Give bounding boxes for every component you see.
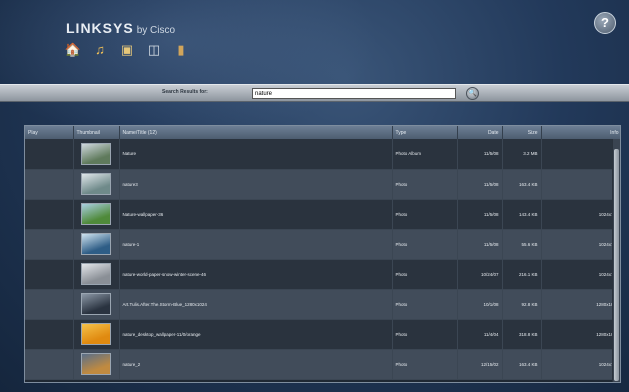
play-cell[interactable]	[25, 169, 74, 200]
thumbnail-image[interactable]	[81, 263, 111, 285]
video-icon[interactable]: ◫	[146, 42, 162, 58]
table-row[interactable]: Nature Photo Album 11/5/08 3.2 MB	[25, 139, 620, 170]
column-header-name[interactable]: Name/Title (12)	[119, 126, 393, 139]
size-cell: 92.8 KB	[502, 289, 542, 320]
thumbnail-image[interactable]	[81, 293, 111, 315]
date-cell: 10/1/08	[457, 289, 503, 320]
play-cell[interactable]	[25, 199, 74, 230]
info-cell: 1024x768	[541, 259, 620, 290]
home-icon[interactable]: 🏠	[65, 42, 81, 58]
info-cell: 1024x768	[541, 199, 620, 230]
table-row[interactable]: nature_2 Photo 12/15/02 163.4 KB 1024x768	[25, 349, 620, 380]
type-cell: Photo	[392, 289, 458, 320]
table-header-row: Play Thumbnail Name/Title (12) Type Date…	[25, 126, 620, 139]
search-bar: Search Results for: 🔍	[0, 84, 629, 102]
type-cell: Photo	[392, 169, 458, 200]
thumbnail-cell	[73, 169, 120, 200]
info-cell: 1024x768	[541, 349, 620, 380]
media-nav: 🏠 ♫ ▣ ◫ ▮	[65, 42, 189, 58]
table-row[interactable]: nature-1 Photo 11/5/08 55.6 KB 1024x768	[25, 229, 620, 260]
name-cell: nature-world-paper-snow-winter-scene-46	[119, 259, 393, 290]
size-cell: 55.6 KB	[502, 229, 542, 260]
type-cell: Photo	[392, 199, 458, 230]
device-icon[interactable]: ▮	[173, 42, 189, 58]
date-cell: 11/4/04	[457, 319, 503, 350]
type-cell: Photo	[392, 229, 458, 260]
thumbnail-cell	[73, 229, 120, 260]
column-header-play[interactable]: Play	[25, 126, 74, 139]
column-header-size[interactable]: Size	[502, 126, 542, 139]
linksys-logo: LINKSYS by Cisco	[66, 20, 175, 36]
play-cell[interactable]	[25, 229, 74, 260]
type-cell: Photo Album	[392, 139, 458, 170]
size-cell: 163.4 KB	[502, 349, 542, 380]
date-cell: 10/24/07	[457, 259, 503, 290]
column-header-thumbnail[interactable]: Thumbnail	[73, 126, 120, 139]
name-cell: nature3	[119, 169, 393, 200]
info-cell	[541, 169, 620, 200]
thumbnail-cell	[73, 259, 120, 290]
table-row[interactable]: Nature-wallpaper-36 Photo 11/5/08 143.4 KB 1…	[25, 199, 620, 230]
brand-suffix: by Cisco	[136, 25, 176, 36]
table-row[interactable]: nature3 Photo 11/5/08 163.4 KB	[25, 169, 620, 200]
size-cell: 3.2 MB	[502, 139, 542, 170]
date-cell: 11/5/08	[457, 169, 503, 200]
play-cell[interactable]	[25, 289, 74, 320]
info-cell	[541, 139, 620, 170]
thumbnail-image[interactable]	[81, 142, 111, 165]
play-cell[interactable]	[25, 139, 74, 170]
name-cell: Nature	[119, 139, 393, 170]
thumbnail-image[interactable]	[81, 323, 111, 345]
info-cell: 1280x1024	[541, 289, 620, 320]
size-cell: 216.1 KB	[502, 259, 542, 290]
column-header-type[interactable]: Type	[392, 126, 458, 139]
thumbnail-image[interactable]	[81, 173, 111, 195]
photo-icon[interactable]: ▣	[119, 42, 135, 58]
info-cell: 1280x1024	[541, 319, 620, 350]
name-cell: Nature-wallpaper-36	[119, 199, 393, 230]
name-cell: nature-1	[119, 229, 393, 260]
date-cell: 11/5/08	[457, 139, 503, 170]
play-cell[interactable]	[25, 349, 74, 380]
name-cell: nature_desktop_wallpaper-11/0/orange	[119, 319, 393, 350]
play-cell[interactable]	[25, 319, 74, 350]
thumbnail-image[interactable]	[81, 353, 111, 375]
thumbnail-cell	[73, 139, 120, 170]
scrollbar-thumb[interactable]	[614, 149, 619, 381]
brand-name: LINKSYS	[66, 20, 134, 36]
type-cell: Photo	[392, 259, 458, 290]
thumbnail-cell	[73, 289, 120, 320]
name-cell: Art.Tulis.After.The.Storm-Blue_1280x1024	[119, 289, 393, 320]
music-icon[interactable]: ♫	[92, 42, 108, 58]
date-cell: 11/5/08	[457, 199, 503, 230]
search-icon: 🔍	[468, 90, 477, 97]
thumbnail-cell	[73, 199, 120, 230]
search-label: Search Results for:	[162, 89, 208, 95]
column-header-date[interactable]: Date	[457, 126, 503, 139]
thumbnail-image[interactable]	[81, 233, 111, 255]
size-cell: 163.4 KB	[502, 169, 542, 200]
help-button[interactable]: ?	[594, 12, 616, 34]
type-cell: Photo	[392, 349, 458, 380]
search-input[interactable]	[252, 88, 456, 99]
date-cell: 11/5/08	[457, 229, 503, 260]
table-row[interactable]: nature_desktop_wallpaper-11/0/orange Phot…	[25, 319, 620, 350]
thumbnail-cell	[73, 349, 120, 380]
table-row[interactable]: nature-world-paper-snow-winter-scene-46 P…	[25, 259, 620, 290]
size-cell: 143.4 KB	[502, 199, 542, 230]
info-cell: 1024x768	[541, 229, 620, 260]
vertical-scrollbar[interactable]	[612, 139, 620, 382]
name-cell: nature_2	[119, 349, 393, 380]
thumbnail-cell	[73, 319, 120, 350]
results-table: Play Thumbnail Name/Title (12) Type Date…	[24, 125, 621, 383]
app-window: LINKSYS by Cisco 🏠 ♫ ▣ ◫ ▮ ? Search Results f…	[0, 0, 629, 392]
thumbnail-image[interactable]	[81, 203, 111, 225]
table-row[interactable]: Art.Tulis.After.The.Storm-Blue_1280x1024…	[25, 289, 620, 320]
type-cell: Photo	[392, 319, 458, 350]
date-cell: 12/15/02	[457, 349, 503, 380]
column-header-info[interactable]: Info	[541, 126, 620, 139]
size-cell: 318.8 KB	[502, 319, 542, 350]
play-cell[interactable]	[25, 259, 74, 290]
search-button[interactable]: 🔍	[466, 87, 479, 100]
